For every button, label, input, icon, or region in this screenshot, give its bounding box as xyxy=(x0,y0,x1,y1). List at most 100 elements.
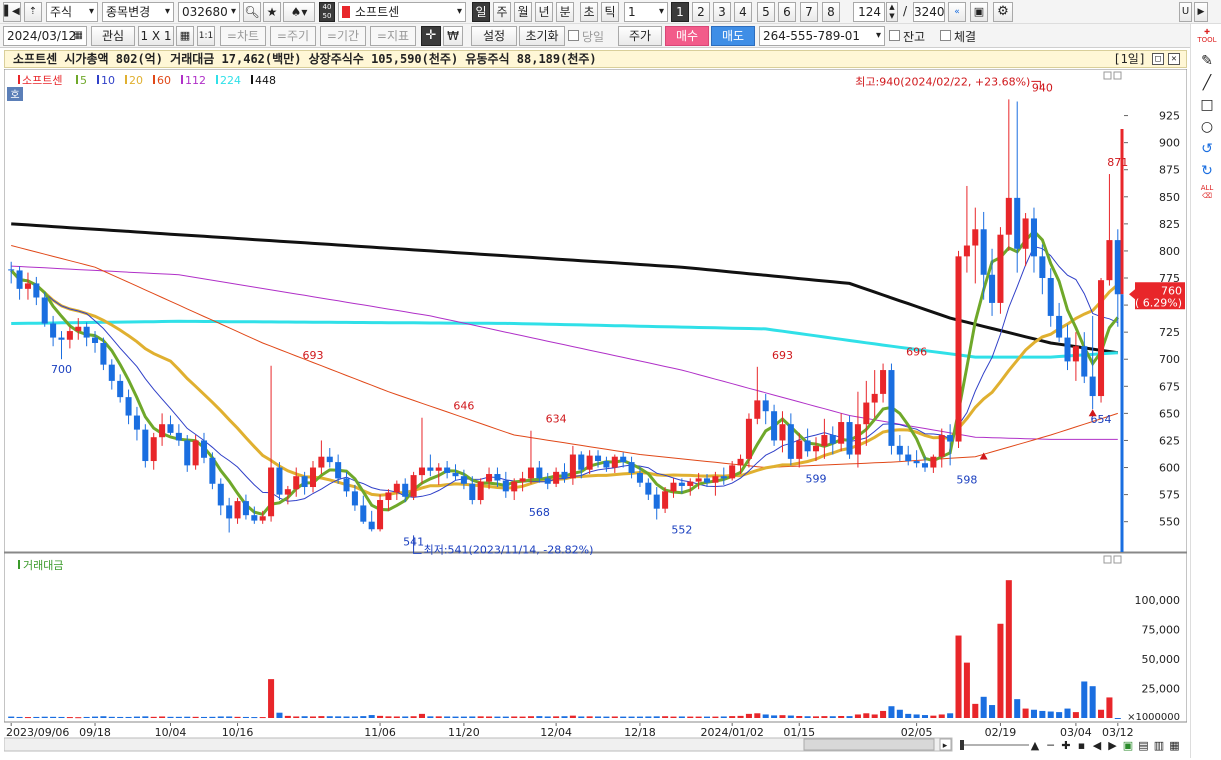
change-stock-select[interactable]: 종목변경 xyxy=(102,2,174,22)
candle-body xyxy=(83,326,90,338)
candle-body xyxy=(569,454,576,479)
star-icon[interactable]: ★ xyxy=(263,2,281,22)
gear-icon[interactable]: ⚙ xyxy=(993,2,1013,22)
market-select[interactable]: 주식 xyxy=(46,2,98,22)
x-axis-label: 02/05 xyxy=(901,726,933,739)
volume-bar xyxy=(100,716,107,718)
candle-body xyxy=(653,494,660,509)
volume-bar xyxy=(502,716,509,718)
tool-menu[interactable]: ✚ TOOL xyxy=(1197,28,1217,46)
volume-bar xyxy=(737,715,744,718)
volume-bar xyxy=(393,716,400,718)
page-3[interactable]: 3 xyxy=(713,2,731,22)
volume-bar xyxy=(880,710,887,718)
spade-icon[interactable]: ♠▾ xyxy=(283,2,315,22)
period-minute[interactable]: 분 xyxy=(556,2,574,22)
page-6[interactable]: 6 xyxy=(778,2,796,22)
candle-body xyxy=(217,483,224,506)
stock-code-input[interactable]: 032680 xyxy=(178,2,240,22)
volume-bar xyxy=(771,715,778,718)
interest-button[interactable]: 관심 xyxy=(91,26,135,46)
page-8[interactable]: 8 xyxy=(822,2,840,22)
pencil-icon[interactable]: ✎ xyxy=(1197,52,1217,70)
badge-4050[interactable]: 40 50 xyxy=(319,2,335,22)
candle-body xyxy=(511,481,518,492)
page-5[interactable]: 5 xyxy=(757,2,775,22)
legend-item: 10 xyxy=(101,74,115,87)
volume-bar xyxy=(980,696,987,718)
balance-checkbox[interactable] xyxy=(889,30,900,41)
price-chart-panel[interactable]: 5505756006256506757007257507758008258508… xyxy=(3,68,1188,757)
crosshair-icon[interactable]: ✛ xyxy=(421,26,441,46)
calendar-icon[interactable]: ▦ xyxy=(74,27,83,45)
buy-button[interactable]: 매수 xyxy=(665,26,709,46)
page-7[interactable]: 7 xyxy=(800,2,818,22)
extreme-annotation: 693 xyxy=(772,349,793,362)
chart-button[interactable]: =차트 xyxy=(220,26,266,46)
candle-body xyxy=(687,481,694,486)
u-button[interactable]: U xyxy=(1179,2,1192,22)
fill-label: 체결 xyxy=(954,30,977,44)
interval-select[interactable]: 1 xyxy=(624,2,668,22)
volume-bar xyxy=(628,716,635,718)
erase-all-icon[interactable]: ALL ⌫ xyxy=(1197,184,1217,202)
won-button[interactable]: ₩ xyxy=(443,26,463,46)
settings-button[interactable]: 설정 xyxy=(471,26,517,46)
first-icon[interactable]: ▌◀ xyxy=(3,2,21,22)
rectangle-icon[interactable]: □ xyxy=(1197,96,1217,114)
chart-svg[interactable]: 5505756006256506757007257507758008258508… xyxy=(3,68,1188,757)
chevron-right-icon[interactable]: ▶ xyxy=(1194,2,1208,22)
candle-body xyxy=(947,435,954,442)
candle-body xyxy=(905,454,912,462)
candle-body xyxy=(460,476,467,484)
volume-bar xyxy=(947,713,954,718)
save-icon[interactable]: ▣ xyxy=(970,2,988,22)
fill-checkbox[interactable] xyxy=(940,30,951,41)
candle-body xyxy=(603,461,610,468)
account-select[interactable]: 264-555-789-01 xyxy=(759,26,885,46)
price-tick-label: 900 xyxy=(1159,137,1180,150)
back-icon[interactable]: « xyxy=(948,2,966,22)
today-checkbox[interactable] xyxy=(568,30,579,41)
candle-body xyxy=(787,424,794,459)
page-1[interactable]: 1 xyxy=(671,2,689,22)
search-icon[interactable]: 🔍︎ xyxy=(243,2,261,22)
spin-icon[interactable]: ▲ ▼ xyxy=(886,2,898,22)
indicator-button[interactable]: =지표 xyxy=(370,26,416,46)
period-week[interactable]: 주 xyxy=(493,2,511,22)
table-icon[interactable]: ▦ xyxy=(176,26,194,46)
page-4[interactable]: 4 xyxy=(734,2,752,22)
extreme-annotation: 599 xyxy=(806,473,827,486)
volume-bar xyxy=(829,716,836,718)
page-2[interactable]: 2 xyxy=(692,2,710,22)
stock-name-field[interactable]: 소프트센 xyxy=(338,2,466,22)
undo-icon[interactable]: ↺ xyxy=(1197,140,1217,158)
candle-body xyxy=(50,323,57,338)
redo-icon[interactable]: ↻ xyxy=(1197,162,1217,180)
count-input[interactable]: 124 xyxy=(853,2,885,22)
grid-layout-button[interactable]: 1 X 1 xyxy=(138,26,174,46)
volume-bar xyxy=(41,716,48,718)
candle-body xyxy=(1005,197,1012,235)
period-day[interactable]: 일 xyxy=(472,2,490,22)
candle-body xyxy=(435,467,442,471)
cycle-button[interactable]: =주기 xyxy=(270,26,316,46)
volume-bar xyxy=(1114,718,1121,719)
price-button[interactable]: 주가 xyxy=(618,26,662,46)
reset-button[interactable]: 초기화 xyxy=(519,26,565,46)
close-icon[interactable]: ✕ xyxy=(1168,53,1180,65)
line-icon[interactable]: ╱ xyxy=(1197,74,1217,92)
maximize-icon[interactable]: □ xyxy=(1152,53,1164,65)
period-button[interactable]: =기간 xyxy=(320,26,366,46)
period-year[interactable]: 년 xyxy=(535,2,553,22)
legend-swatch xyxy=(251,75,253,84)
period-tick[interactable]: 틱 xyxy=(601,2,619,22)
circle-icon[interactable]: ○ xyxy=(1197,118,1217,136)
date-field[interactable]: 2024/03/12 ▦ xyxy=(3,26,87,46)
period-month[interactable]: 월 xyxy=(514,2,532,22)
sell-button[interactable]: 매도 xyxy=(711,26,755,46)
ratio-button[interactable]: 1:1 xyxy=(197,26,215,46)
upload-icon[interactable]: ⇡ xyxy=(24,2,42,22)
vpanel-close-icon xyxy=(1113,555,1122,564)
period-second[interactable]: 초 xyxy=(580,2,598,22)
